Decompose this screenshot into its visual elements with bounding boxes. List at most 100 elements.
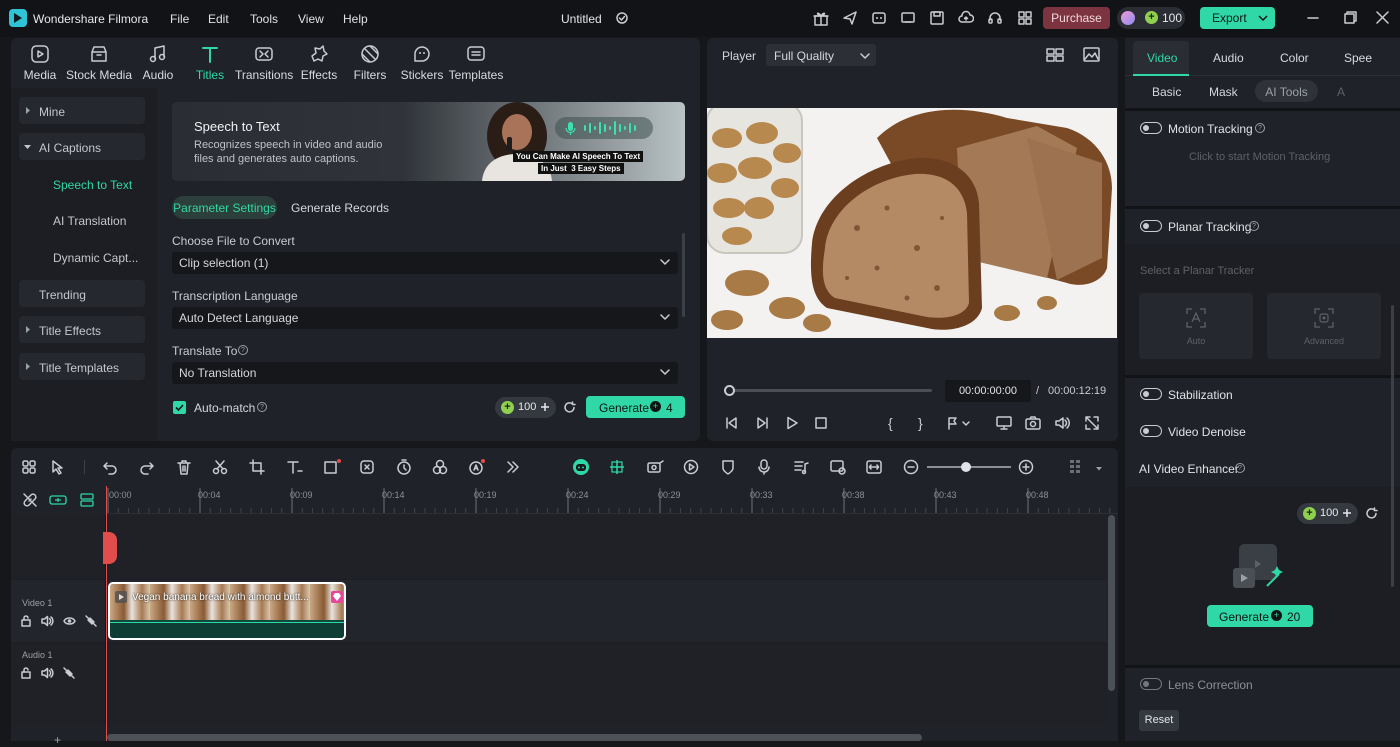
zoom-in-icon[interactable] (1018, 459, 1034, 475)
motion-tracking-toggle[interactable] (1140, 122, 1162, 134)
subtab-more[interactable]: A (1337, 85, 1345, 99)
enhancer-credits-badge[interactable]: + 100 (1297, 503, 1358, 524)
zoom-slider-handle[interactable] (961, 462, 971, 472)
playback-render-icon[interactable] (683, 459, 699, 475)
menu-view[interactable]: View (298, 12, 324, 26)
menu-help[interactable]: Help (343, 12, 368, 26)
planar-advanced-button[interactable]: Advanced (1267, 293, 1381, 359)
add-track-plus-icon[interactable]: + (54, 733, 61, 747)
feedback-icon[interactable] (871, 10, 887, 26)
fit-timeline-icon[interactable] (866, 459, 882, 475)
purchase-button[interactable]: Purchase (1043, 7, 1110, 29)
speech-to-text-banner[interactable]: Speech to Text Recognizes speech in vide… (172, 102, 685, 181)
crop-icon[interactable] (249, 459, 265, 475)
stabilization-toggle[interactable] (1140, 388, 1162, 400)
tab-stock-media[interactable]: Stock Media (65, 44, 133, 82)
quality-select[interactable]: Full Quality (766, 44, 876, 66)
color-match-icon[interactable] (432, 459, 448, 475)
video-clip[interactable]: Vegan banana bread with almond butt... (108, 582, 346, 640)
prev-frame-icon[interactable] (725, 416, 739, 430)
shield-icon[interactable] (720, 459, 736, 475)
zoom-out-icon[interactable] (903, 459, 919, 475)
mark-in-icon[interactable]: { (888, 415, 893, 431)
help-icon[interactable]: ? (238, 345, 248, 355)
gift-icon[interactable] (813, 10, 829, 26)
tab-generate-records[interactable]: Generate Records (291, 201, 389, 215)
hide-track-icon[interactable] (85, 615, 97, 627)
delete-icon[interactable] (176, 459, 192, 475)
video-denoise-toggle[interactable] (1140, 425, 1162, 437)
reset-button[interactable]: Reset (1139, 710, 1179, 731)
sidebar-item-mine[interactable]: Mine (19, 97, 145, 124)
track-settings-dropdown-icon[interactable] (1095, 466, 1103, 472)
restore-icon[interactable] (1344, 11, 1357, 24)
sidebar-item-title-templates[interactable]: Title Templates (19, 353, 145, 380)
stt-generate-button[interactable]: Generate + 4 (586, 396, 685, 418)
lock-icon[interactable] (20, 615, 32, 627)
sidebar-item-dynamic-captions[interactable]: Dynamic Capt... (19, 243, 145, 270)
ai-tool-icon[interactable] (468, 459, 486, 475)
track-manager-icon[interactable] (79, 492, 95, 508)
ai-copilot-icon[interactable] (572, 458, 590, 476)
enhancer-generate-button[interactable]: Generate + 20 (1207, 605, 1313, 627)
redo-icon[interactable] (139, 459, 155, 475)
help-icon[interactable]: ? (1235, 463, 1245, 473)
add-credits-icon[interactable] (1342, 508, 1352, 518)
playback-track[interactable] (729, 389, 932, 392)
tab-speed[interactable]: Spee (1344, 51, 1372, 65)
headset-icon[interactable] (987, 10, 1003, 26)
shape-tool-icon[interactable] (323, 459, 341, 475)
playhead-line[interactable] (106, 486, 107, 741)
add-credits-icon[interactable] (540, 402, 550, 412)
planar-tracking-toggle[interactable] (1140, 220, 1162, 232)
menu-file[interactable]: File (170, 12, 189, 26)
sidebar-item-title-effects[interactable]: Title Effects (19, 316, 145, 343)
tab-transitions[interactable]: Transitions (235, 44, 293, 82)
choose-file-select[interactable]: Clip selection (1) (172, 252, 678, 274)
help-icon[interactable]: ? (1249, 221, 1259, 231)
tab-filters[interactable]: Filters (345, 44, 395, 82)
monitor-icon[interactable] (900, 10, 916, 26)
tab-titles[interactable]: Titles (185, 44, 235, 82)
tab-media[interactable]: Media (11, 44, 69, 82)
tab-templates[interactable]: Templates (448, 44, 504, 82)
text-tool-icon[interactable] (286, 459, 304, 475)
link-icon[interactable] (22, 492, 38, 508)
snap-icon[interactable] (609, 459, 625, 475)
sidebar-item-trending[interactable]: Trending (19, 280, 145, 307)
mute-icon[interactable] (41, 615, 54, 627)
visibility-eye-icon[interactable] (63, 615, 76, 627)
tab-parameter-settings[interactable]: Parameter Settings (172, 196, 277, 219)
help-icon[interactable]: ? (1255, 123, 1265, 133)
mark-out-icon[interactable]: } (918, 415, 923, 431)
sidebar-item-speech-to-text[interactable]: Speech to Text (19, 170, 145, 197)
credits-badge[interactable]: + 100 (1117, 7, 1185, 29)
media-replace-icon[interactable] (830, 459, 846, 475)
apps-grid-icon[interactable] (1017, 10, 1033, 26)
transcription-language-select[interactable]: Auto Detect Language (172, 307, 678, 329)
sidebar-item-ai-translation[interactable]: AI Translation (19, 206, 145, 233)
video-preview[interactable] (707, 108, 1117, 338)
cloud-upload-icon[interactable] (958, 10, 974, 26)
tab-audio[interactable]: Audio (133, 44, 183, 82)
lens-correction-toggle[interactable] (1140, 678, 1162, 690)
stt-credits-badge[interactable]: + 100 (495, 397, 556, 418)
export-button[interactable]: Export (1200, 7, 1275, 29)
subtab-mask[interactable]: Mask (1209, 85, 1238, 99)
sidebar-item-ai-captions[interactable]: AI Captions (19, 133, 145, 160)
next-frame-icon[interactable] (755, 416, 769, 430)
minimize-icon[interactable] (1307, 12, 1319, 24)
track-settings-icon[interactable] (1069, 459, 1085, 477)
stop-icon[interactable] (814, 416, 828, 430)
tab-effects[interactable]: Effects (293, 44, 345, 82)
timeline-ruler[interactable] (107, 486, 1118, 514)
hide-track-icon[interactable] (63, 667, 75, 679)
subtab-ai-tools[interactable]: AI Tools (1255, 80, 1318, 102)
split-icon[interactable] (212, 459, 228, 475)
planar-auto-button[interactable]: Auto (1139, 293, 1253, 359)
layout-icon[interactable] (21, 459, 37, 475)
timeline-horizontal-scrollbar[interactable] (107, 734, 922, 741)
timer-icon[interactable] (396, 459, 412, 475)
display-icon[interactable] (996, 416, 1012, 430)
help-icon[interactable]: ? (257, 402, 267, 412)
